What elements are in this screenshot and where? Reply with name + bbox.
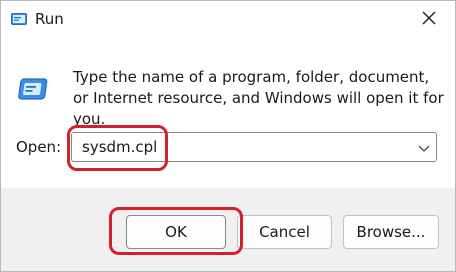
- open-label: Open:: [16, 138, 62, 156]
- run-dialog-icon: [16, 73, 48, 105]
- open-field[interactable]: sysdm.cpl: [71, 132, 437, 162]
- ok-button[interactable]: OK: [126, 215, 226, 249]
- open-field-value[interactable]: sysdm.cpl: [82, 138, 157, 156]
- run-app-icon: [11, 11, 27, 27]
- browse-button[interactable]: Browse...: [343, 215, 439, 249]
- button-bar: OK Cancel Browse...: [1, 188, 455, 271]
- browse-label: Browse...: [356, 223, 426, 241]
- dialog-description: Type the name of a program, folder, docu…: [73, 68, 444, 128]
- title-bar[interactable]: Run: [1, 1, 455, 39]
- chevron-down-icon[interactable]: [417, 140, 431, 154]
- cancel-label: Cancel: [259, 223, 310, 241]
- window-title: Run: [35, 10, 64, 28]
- close-button[interactable]: [407, 3, 451, 35]
- ok-label: OK: [165, 223, 187, 241]
- run-dialog: Run Type the name of a program, folder, …: [0, 0, 456, 272]
- cancel-button[interactable]: Cancel: [237, 215, 332, 249]
- close-icon: [422, 10, 436, 29]
